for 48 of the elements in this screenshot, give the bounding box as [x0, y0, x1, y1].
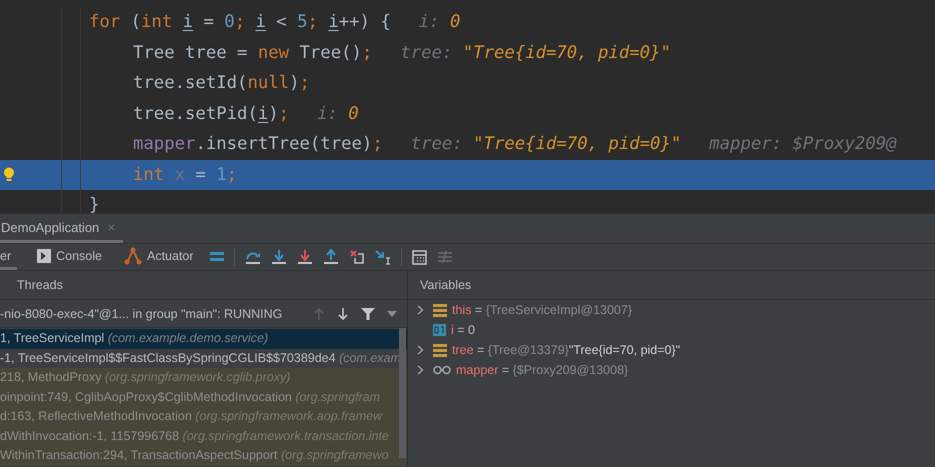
inline-value-hint: i: 0 — [418, 12, 460, 32]
drop-frame-icon[interactable] — [348, 249, 365, 265]
expand-icon[interactable] — [417, 305, 424, 315]
stack-frame[interactable]: -1, TreeServiceImpl$$FastClassBySpringCGLIB$$70389de4 (com.exam — [0, 348, 407, 368]
run-tab[interactable]: DemoApplication × — [0, 214, 124, 243]
thread-selector[interactable]: -nio-8080-exec-4"@1... in group "main": RUNNING — [0, 306, 301, 320]
code-text: mapper.insertTree(tree); — [133, 134, 383, 154]
inline-value-hint: i: 0 — [317, 104, 359, 124]
variable-row[interactable]: i = 0 — [408, 320, 935, 340]
code-text: for (int i = 0; i < 5; i++) { — [89, 12, 391, 32]
stack-frame[interactable]: 1, TreeServiceImpl (com.example.demo.service) — [0, 329, 407, 348]
step-out-icon[interactable] — [322, 249, 339, 265]
arrow-down-icon[interactable] — [337, 306, 349, 320]
filter-icon[interactable] — [361, 306, 375, 320]
inline-value-hint: tree: "Tree{id=70, pid=0}" — [410, 134, 682, 154]
variable-text: tree = {Tree@13379}"Tree{id=70, pid=0}" — [452, 343, 680, 357]
run-to-cursor-icon[interactable] — [374, 249, 391, 265]
glasses-icon — [433, 365, 451, 375]
menu-icon[interactable] — [210, 251, 224, 263]
code-text: tree.setId(null); — [133, 73, 310, 94]
variable-row[interactable]: mapper = {$Proxy209@13008} — [408, 360, 935, 380]
code-text: int x = 1; — [133, 164, 238, 185]
inline-value-hint: mapper: $Proxy209@ — [709, 134, 897, 154]
scrollbar[interactable] — [399, 328, 406, 458]
field-icon — [433, 344, 447, 356]
dropdown-icon[interactable] — [387, 310, 397, 316]
tool-tab[interactable]: er — [0, 244, 18, 270]
code-text: } — [89, 195, 100, 213]
variable-row[interactable]: this = {TreeServiceImpl@13007} — [408, 300, 935, 320]
field-icon — [433, 304, 447, 316]
variable-text: mapper = {$Proxy209@13008} — [456, 363, 628, 377]
variable-text: this = {TreeServiceImpl@13007} — [452, 303, 632, 317]
lightbulb-icon[interactable] — [3, 167, 15, 182]
tool-tab[interactable]: Console — [31, 244, 108, 270]
variable-row[interactable]: tree = {Tree@13379}"Tree{id=70, pid=0}" — [408, 340, 935, 360]
inline-value-hint: tree: "Tree{id=70, pid=0}" — [400, 42, 671, 63]
calculator-icon[interactable] — [412, 250, 427, 264]
actuator-icon — [124, 246, 142, 264]
code-text: Tree tree = new Tree(); — [133, 42, 372, 63]
primitive-icon — [433, 324, 446, 336]
code-text: tree.setPid(i); — [133, 104, 290, 124]
variables-header: Variables — [420, 278, 472, 292]
threads-header: Threads — [17, 278, 63, 292]
variable-text: i = 0 — [451, 323, 475, 337]
console-icon — [37, 248, 52, 262]
force-step-into-icon[interactable] — [296, 249, 313, 265]
tool-tab[interactable]: Actuator — [118, 244, 200, 270]
step-into-icon[interactable] — [270, 249, 287, 265]
